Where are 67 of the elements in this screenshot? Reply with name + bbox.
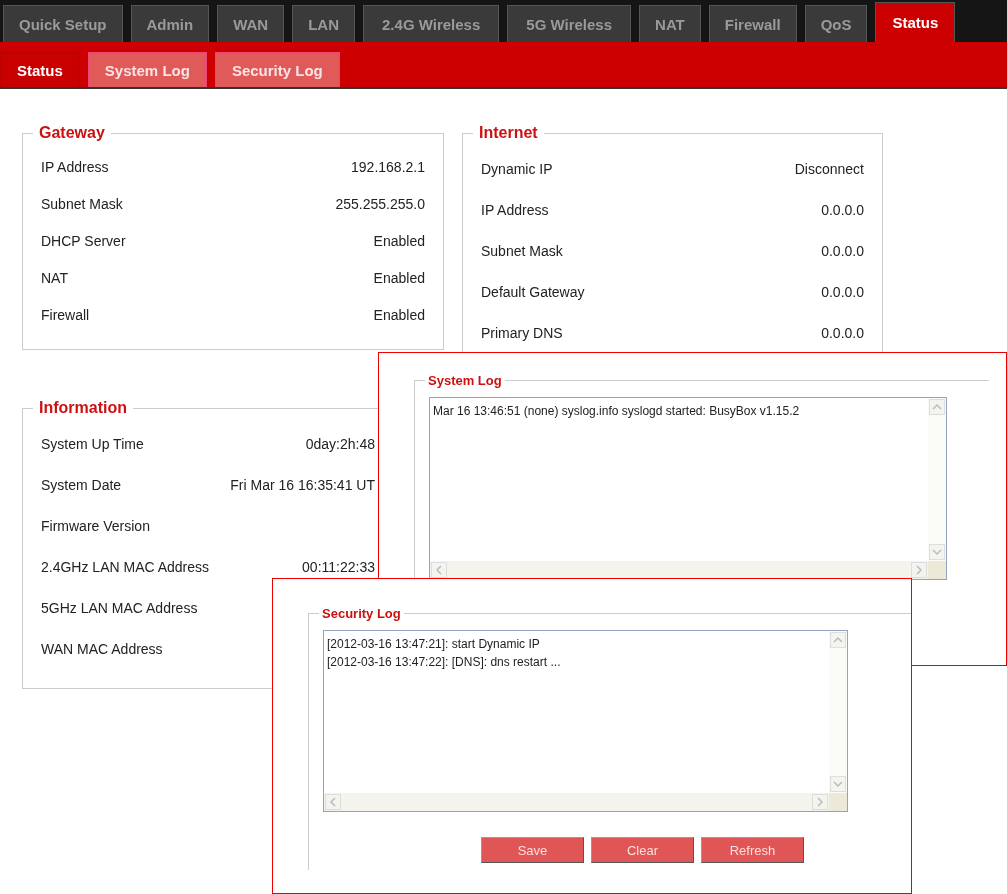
field-value: 00:11:22:33	[302, 558, 375, 575]
nav-tab[interactable]: 5G Wireless	[507, 5, 632, 42]
field-label: Subnet Mask	[41, 195, 123, 212]
scrollbar-corner	[829, 793, 847, 811]
field-label: System Date	[41, 476, 122, 493]
sub-tab[interactable]: System Log	[87, 52, 207, 87]
log-line: [2012-03-16 13:47:22]: [DNS]: dns restart ...	[327, 654, 562, 671]
horizontal-scrollbar[interactable]	[324, 793, 829, 811]
field-value: 0.0.0.0	[821, 324, 864, 341]
log-line: [2012-03-16 13:47:21]: start Dynamic IP	[327, 636, 541, 653]
field-label: Subnet Mask	[481, 242, 563, 259]
field-value: Enabled	[373, 269, 425, 286]
field-value: 0.0.0.0	[821, 242, 864, 259]
nav-tab[interactable]: Firewall	[708, 5, 797, 42]
nav-tab[interactable]: Status	[875, 2, 956, 42]
sub-tab[interactable]: Status	[0, 52, 80, 87]
field-label: IP Address	[41, 158, 109, 175]
scroll-down-icon[interactable]	[929, 544, 945, 560]
field-label: IP Address	[481, 201, 549, 218]
nav-tab[interactable]: LAN	[292, 5, 356, 42]
field-label: 5GHz LAN MAC Address	[41, 599, 198, 616]
panel-title: Gateway	[33, 124, 111, 142]
nav-tab[interactable]: 2.4G Wireless	[363, 5, 500, 42]
field-label: Default Gateway	[481, 283, 585, 300]
field-value: 0day:2h:48	[305, 435, 375, 452]
field-value: 255.255.255.0	[335, 195, 425, 212]
log-action-button[interactable]: Refresh	[701, 837, 804, 863]
nav-tab[interactable]: Quick Setup	[3, 5, 123, 42]
nav-tab[interactable]: Admin	[130, 5, 210, 42]
panel-title: Security Log	[319, 606, 404, 621]
horizontal-scrollbar[interactable]	[430, 561, 928, 579]
field-label: Firewall	[41, 306, 90, 323]
field-label: NAT	[41, 269, 68, 286]
scroll-up-icon[interactable]	[929, 399, 945, 415]
nav-tab[interactable]: QoS	[804, 5, 868, 42]
sub-tab[interactable]: Security Log	[214, 52, 340, 87]
field-value: 0.0.0.0	[821, 201, 864, 218]
scroll-up-icon[interactable]	[830, 632, 846, 648]
log-box[interactable]: Mar 16 13:46:51 (none) syslog.info syslogd started: BusyBox v1.15.2	[429, 397, 947, 580]
field-value: Disconnect	[794, 160, 864, 177]
log-line: Mar 16 13:46:51 (none) syslog.info syslogd started: BusyBox v1.15.2	[433, 403, 801, 420]
field-value: Enabled	[373, 306, 425, 323]
field-label: DHCP Server	[41, 232, 126, 249]
scroll-right-icon[interactable]	[812, 794, 828, 810]
field-label: Dynamic IP	[481, 160, 553, 177]
scroll-right-icon[interactable]	[911, 562, 927, 578]
field-label: Primary DNS	[481, 324, 563, 341]
field-label: System Up Time	[41, 435, 144, 452]
nav-tab[interactable]: NAT	[639, 5, 701, 42]
scrollbar-corner	[928, 561, 946, 579]
nav-tab[interactable]: WAN	[217, 5, 285, 42]
panel-title: System Log	[425, 373, 505, 388]
field-value: 192.168.2.1	[351, 158, 425, 175]
field-label: Firmware Version	[41, 517, 150, 534]
scroll-left-icon[interactable]	[325, 794, 341, 810]
scroll-left-icon[interactable]	[431, 562, 447, 578]
field-label: WAN MAC Address	[41, 640, 163, 657]
field-value: Fri Mar 16 16:35:41 UT	[230, 476, 375, 493]
log-action-button[interactable]: Save	[481, 837, 584, 863]
field-value: 0.0.0.0	[821, 283, 864, 300]
field-label: 2.4GHz LAN MAC Address	[41, 558, 210, 575]
log-box[interactable]: [2012-03-16 13:47:21]: start Dynamic IP [2012-03-16 13:47:22]: [DNS]: dns restart ...	[323, 630, 848, 812]
log-action-button[interactable]: Clear	[591, 837, 694, 863]
field-value: Enabled	[373, 232, 425, 249]
vertical-scrollbar[interactable]	[829, 631, 847, 793]
scroll-down-icon[interactable]	[830, 776, 846, 792]
vertical-scrollbar[interactable]	[928, 398, 946, 561]
